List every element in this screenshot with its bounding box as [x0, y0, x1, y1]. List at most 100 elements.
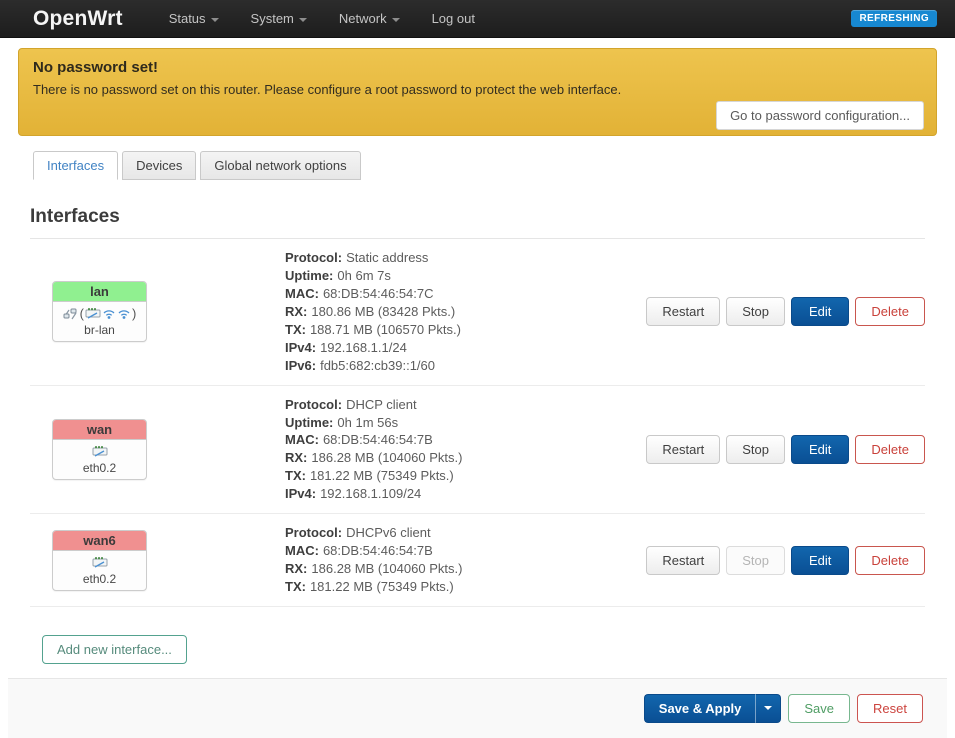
- refreshing-status-badge[interactable]: REFRESHING: [851, 10, 937, 27]
- detail-value: 181.22 MB (75349 Pkts.): [309, 468, 454, 484]
- edit-button-wan[interactable]: Edit: [791, 434, 850, 464]
- chevron-down-icon: [210, 17, 219, 22]
- detail-label: TX:: [285, 321, 306, 337]
- page-title: Interfaces: [30, 206, 925, 239]
- interface-box-body: eth0.2: [53, 440, 146, 479]
- menu-network-label: Network: [338, 11, 387, 26]
- detail-value: 192.168.1.1/24: [320, 339, 407, 355]
- menu-logout-label: Log out: [431, 11, 475, 26]
- add-new-interface-button[interactable]: Add new interface...: [42, 634, 187, 664]
- detail-value: 0h 1m 56s: [337, 414, 399, 430]
- detail-value: 186.28 MB (104060 Pkts.): [311, 450, 463, 466]
- interface-box-column: wan eth0.2: [30, 418, 285, 480]
- interface-device-name: eth0.2: [82, 571, 117, 586]
- tab-interfaces[interactable]: Interfaces: [33, 151, 119, 180]
- menu-network[interactable]: Network: [327, 5, 412, 32]
- interface-details: Protocol: Static address Uptime: 0h 6m 7s …: [285, 249, 646, 375]
- interface-device-icons: [55, 443, 144, 460]
- detail-value: 181.22 MB (75349 Pkts.): [309, 579, 454, 594]
- interface-details: Protocol: DHCPv6 client MAC: 68:DB:54:46:5…: [285, 524, 646, 596]
- menu-system[interactable]: System: [239, 5, 319, 32]
- alert-message: There is no password set on this router.…: [33, 82, 622, 97]
- main-content: No password set! There is no password se…: [0, 48, 955, 738]
- interface-name: lan: [90, 284, 109, 300]
- restart-button-wan[interactable]: Restart: [646, 434, 721, 464]
- stop-button-wan6[interactable]: Stop: [726, 545, 786, 575]
- stop-button-lan[interactable]: Stop: [726, 297, 786, 327]
- switch-icon: [85, 308, 101, 319]
- interface-box-lan: lan ( ) br-lan: [52, 281, 147, 343]
- interface-actions: Restart Stop Edit Delete: [646, 545, 925, 575]
- tab-global-network-options[interactable]: Global network options: [200, 151, 361, 180]
- interface-row-lan: lan ( ) br-lan Protocol:Static address: [30, 239, 925, 386]
- detail-label: RX:: [285, 450, 308, 466]
- delete-button-wan[interactable]: Delete: [855, 434, 925, 464]
- interface-device-icons: [55, 554, 144, 571]
- interface-device-name: br-lan: [84, 323, 115, 338]
- detail-value: 188.71 MB (106570 Pkts.): [309, 321, 461, 337]
- menu-status-label: Status: [168, 11, 206, 26]
- detail-value: DHCPv6 client: [346, 525, 431, 541]
- interface-box-body: eth0.2: [53, 551, 146, 590]
- restart-button-wan6[interactable]: Restart: [646, 545, 721, 575]
- detail-value: 186.28 MB (104060 Pkts.): [311, 561, 463, 577]
- interface-zone-header: wan: [53, 419, 146, 440]
- menu-system-label: System: [250, 11, 294, 26]
- interface-zone-header: wan6: [53, 530, 146, 551]
- detail-label: MAC:: [285, 285, 319, 301]
- page-actions-bar: Save & Apply Save Reset: [8, 677, 947, 738]
- interface-details: Protocol: DHCP client Uptime: 0h 1m 56s MA…: [285, 396, 646, 504]
- save-apply-dropdown-button[interactable]: [755, 693, 782, 723]
- go-to-password-configuration-button[interactable]: Go to password configuration...: [716, 101, 924, 130]
- detail-value: 0h 6m 7s: [337, 267, 391, 283]
- edit-button-lan[interactable]: Edit: [791, 297, 850, 327]
- interface-device-icons: ( ): [55, 305, 144, 322]
- detail-label: IPv4:: [285, 486, 317, 502]
- detail-value: 192.168.1.109/24: [320, 486, 422, 502]
- switch-icon: [92, 446, 107, 457]
- detail-label: MAC:: [285, 543, 319, 559]
- delete-button-lan[interactable]: Delete: [855, 297, 925, 327]
- interface-box-wan6: wan6 eth0.2: [52, 529, 147, 591]
- interface-device-name: eth0.2: [82, 460, 117, 475]
- ethernet-icon: [63, 308, 77, 320]
- main-menu: Status System Network Log out: [157, 5, 852, 32]
- network-tabs: Interfaces Devices Global network option…: [33, 151, 925, 180]
- detail-label: TX:: [285, 468, 306, 484]
- save-apply-button[interactable]: Save & Apply: [643, 693, 756, 723]
- menu-logout[interactable]: Log out: [420, 5, 487, 32]
- detail-value: 68:DB:54:46:54:7B: [322, 543, 433, 559]
- restart-button-lan[interactable]: Restart: [646, 297, 721, 327]
- detail-value: Static address: [346, 250, 429, 265]
- save-apply-split-button: Save & Apply: [643, 693, 782, 723]
- save-button[interactable]: Save: [788, 693, 851, 723]
- interface-box-column: wan6 eth0.2: [30, 529, 285, 591]
- tab-devices[interactable]: Devices: [122, 151, 197, 180]
- switch-icon: [92, 556, 107, 568]
- detail-value: 68:DB:54:46:54:7B: [322, 432, 433, 448]
- chevron-down-icon: [298, 17, 307, 22]
- detail-label: IPv6:: [285, 357, 317, 373]
- interface-row-wan: wan eth0.2 Protocol: DHCP client Uptime: 0…: [30, 386, 925, 515]
- menu-status[interactable]: Status: [157, 5, 231, 32]
- interface-box-column: lan ( ) br-lan: [30, 281, 285, 343]
- detail-label: RX:: [285, 561, 308, 577]
- stop-button-wan[interactable]: Stop: [726, 434, 786, 464]
- delete-button-wan6[interactable]: Delete: [855, 545, 925, 575]
- alert-title: No password set!: [33, 59, 159, 76]
- detail-label: MAC:: [285, 432, 319, 448]
- chevron-down-icon: [764, 706, 773, 711]
- detail-label: TX:: [285, 579, 306, 594]
- detail-label: RX:: [285, 303, 308, 319]
- detail-label: Uptime:: [285, 414, 334, 430]
- interface-box-wan: wan eth0.2: [52, 418, 147, 480]
- detail-label: Uptime:: [285, 267, 334, 283]
- bracket-close: ): [132, 306, 137, 322]
- interface-name: wan: [86, 421, 113, 437]
- interface-actions: Restart Stop Edit Delete: [646, 297, 925, 327]
- no-password-alert: No password set! There is no password se…: [18, 48, 937, 136]
- detail-value: DHCP client: [346, 396, 417, 412]
- brand-logo[interactable]: OpenWrt: [33, 7, 123, 31]
- reset-button[interactable]: Reset: [857, 693, 923, 723]
- edit-button-wan6[interactable]: Edit: [791, 545, 850, 575]
